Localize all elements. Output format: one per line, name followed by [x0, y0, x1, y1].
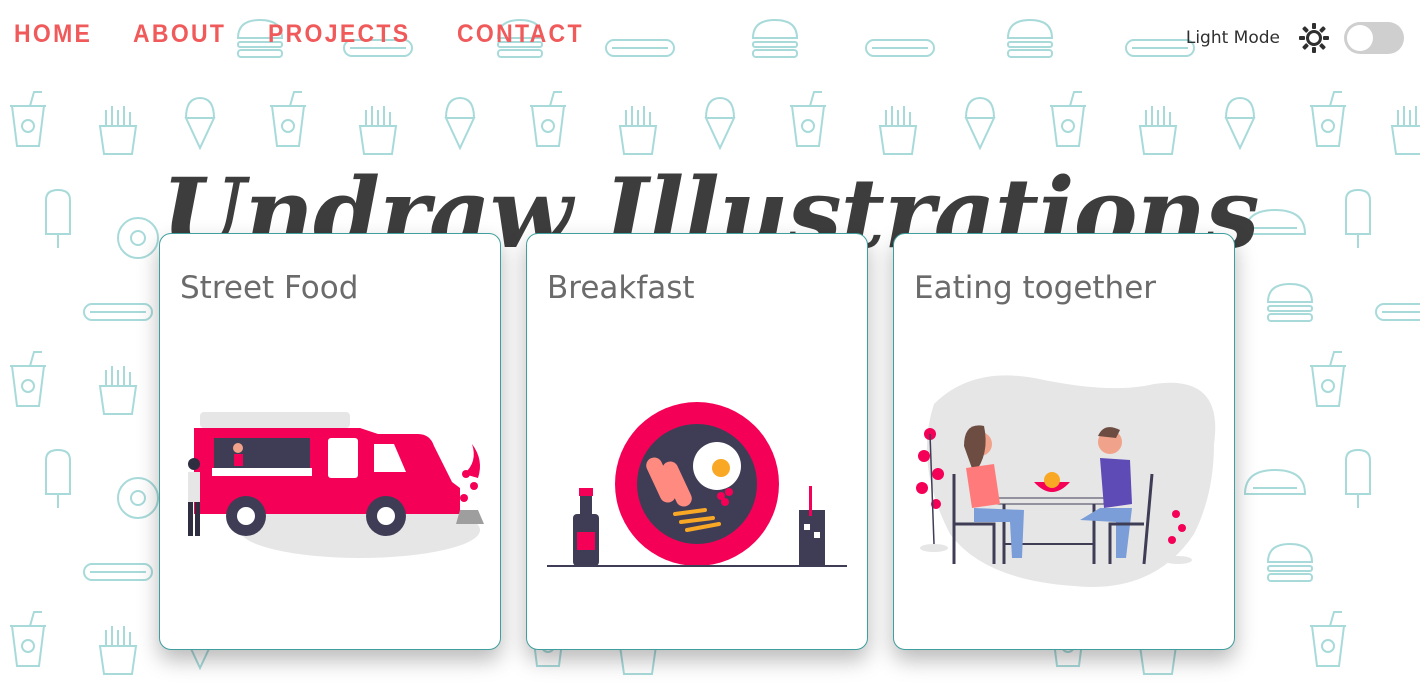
food-truck-illustration — [188, 412, 484, 558]
main-nav: HOME ABOUT PROJECTS CONTACT — [14, 20, 629, 49]
card-title: Eating together — [914, 270, 1157, 306]
nav-about-link[interactable]: ABOUT — [133, 20, 226, 49]
toggle-knob — [1347, 25, 1373, 51]
sun-icon — [1299, 23, 1329, 53]
card-breakfast[interactable]: Breakfast — [526, 233, 868, 650]
theme-mode-label: Light Mode — [1185, 28, 1280, 48]
card-title: Street Food — [180, 270, 359, 306]
card-title: Breakfast — [547, 270, 695, 306]
breakfast-plate-illustration — [547, 402, 847, 567]
theme-switcher: Light Mode — [1186, 22, 1404, 54]
theme-toggle-switch[interactable] — [1344, 22, 1404, 54]
nav-projects-link[interactable]: PROJECTS — [268, 20, 410, 49]
page: HOME ABOUT PROJECTS CONTACT Light Mode U… — [0, 0, 1420, 689]
card-eating-together[interactable]: Eating together — [893, 233, 1235, 650]
couple-dining-illustration — [916, 375, 1216, 587]
nav-home-link[interactable]: HOME — [14, 20, 92, 49]
nav-contact-link[interactable]: CONTACT — [457, 20, 584, 49]
card-street-food[interactable]: Street Food — [159, 233, 501, 650]
